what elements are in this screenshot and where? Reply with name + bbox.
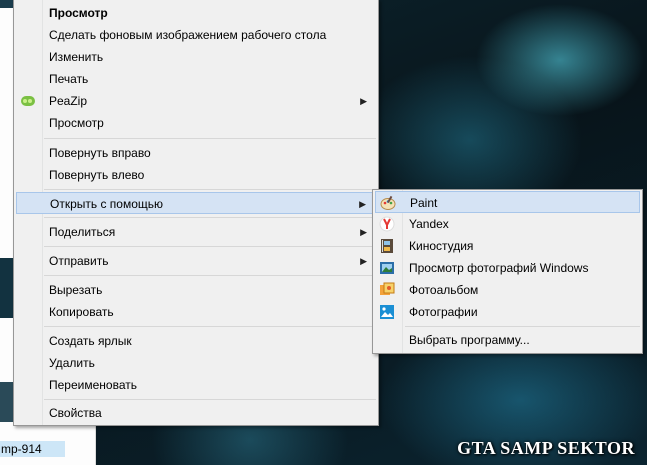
- open-with-photos-app[interactable]: Фотографии: [375, 301, 640, 323]
- submenu-item-label: Фотографии: [409, 305, 478, 319]
- menu-item-label: Изменить: [49, 50, 104, 64]
- menu-separator: [44, 138, 376, 139]
- open-with-submenu: Paint Yandex Киностудия Просмотр фотогра…: [372, 189, 643, 354]
- movie-maker-icon: [379, 238, 395, 254]
- photos-app-icon: [379, 304, 395, 320]
- menu-item-delete[interactable]: Удалить: [16, 352, 376, 374]
- menu-separator: [405, 326, 640, 327]
- photo-viewer-icon: [379, 260, 395, 276]
- submenu-item-label: Выбрать программу...: [409, 333, 530, 347]
- yandex-icon: [379, 216, 395, 232]
- menu-item-set-wallpaper[interactable]: Сделать фоновым изображением рабочего ст…: [16, 24, 376, 46]
- menu-item-peazip[interactable]: PeaZip ▶: [16, 90, 376, 112]
- peazip-icon: [20, 93, 36, 109]
- menu-item-rename[interactable]: Переименовать: [16, 374, 376, 396]
- menu-item-label: Переименовать: [49, 378, 137, 392]
- submenu-arrow-icon: ▶: [360, 227, 367, 237]
- menu-item-edit[interactable]: Изменить: [16, 46, 376, 68]
- menu-item-send-to[interactable]: Отправить ▶: [16, 250, 376, 272]
- menu-item-label: Сделать фоновым изображением рабочего ст…: [49, 28, 327, 42]
- menu-item-open-with[interactable]: Открыть с помощью ▶: [16, 192, 376, 214]
- menu-item-cut[interactable]: Вырезать: [16, 279, 376, 301]
- menu-item-label: Создать ярлык: [49, 334, 132, 348]
- photo-gallery-icon: [379, 282, 395, 298]
- submenu-item-label: Yandex: [409, 217, 449, 231]
- menu-item-copy[interactable]: Копировать: [16, 301, 376, 323]
- menu-separator: [44, 217, 376, 218]
- menu-separator: [44, 326, 376, 327]
- menu-item-label: Свойства: [49, 406, 102, 420]
- menu-item-preview-default[interactable]: Просмотр: [16, 2, 376, 24]
- menu-item-rotate-right[interactable]: Повернуть вправо: [16, 142, 376, 164]
- menu-item-label: Вырезать: [49, 283, 103, 297]
- submenu-arrow-icon: ▶: [359, 199, 366, 209]
- menu-item-label: Открыть с помощью: [50, 197, 164, 211]
- file-thumbnail[interactable]: [0, 382, 14, 422]
- menu-item-label: Повернуть вправо: [49, 146, 151, 160]
- watermark-text: GTA SAMP SEKTOR: [457, 438, 635, 458]
- menu-item-label: Отправить: [49, 254, 109, 268]
- context-menu: Просмотр Сделать фоновым изображением ра…: [13, 0, 379, 426]
- open-with-photo-gallery[interactable]: Фотоальбом: [375, 279, 640, 301]
- submenu-arrow-icon: ▶: [360, 96, 367, 106]
- menu-item-print[interactable]: Печать: [16, 68, 376, 90]
- menu-item-label: Печать: [49, 72, 89, 86]
- menu-separator: [44, 246, 376, 247]
- submenu-item-label: Paint: [410, 196, 438, 210]
- menu-item-preview[interactable]: Просмотр: [16, 112, 376, 134]
- file-thumbnail[interactable]: [0, 0, 14, 8]
- menu-item-label: PeaZip: [49, 94, 88, 108]
- open-with-paint[interactable]: Paint: [375, 191, 640, 213]
- open-with-photo-viewer[interactable]: Просмотр фотографий Windows: [375, 257, 640, 279]
- menu-item-label: Просмотр: [49, 6, 108, 20]
- file-thumbnail[interactable]: [0, 258, 14, 318]
- submenu-arrow-icon: ▶: [360, 256, 367, 266]
- menu-item-label: Поделиться: [49, 225, 116, 239]
- menu-separator: [44, 399, 376, 400]
- menu-item-label: Повернуть влево: [49, 168, 145, 182]
- submenu-item-label: Фотоальбом: [409, 283, 479, 297]
- menu-separator: [44, 189, 376, 190]
- paint-icon: [380, 195, 396, 211]
- menu-item-label: Просмотр: [49, 116, 104, 130]
- menu-item-share[interactable]: Поделиться ▶: [16, 221, 376, 243]
- open-with-yandex[interactable]: Yandex: [375, 213, 640, 235]
- menu-item-create-shortcut[interactable]: Создать ярлык: [16, 330, 376, 352]
- open-with-choose-program[interactable]: Выбрать программу...: [375, 329, 640, 351]
- menu-item-label: Удалить: [49, 356, 95, 370]
- menu-item-properties[interactable]: Свойства: [16, 402, 376, 424]
- submenu-item-label: Просмотр фотографий Windows: [409, 261, 589, 275]
- menu-separator: [44, 275, 376, 276]
- menu-item-label: Копировать: [49, 305, 114, 319]
- submenu-item-label: Киностудия: [409, 239, 474, 253]
- open-with-movie-maker[interactable]: Киностудия: [375, 235, 640, 257]
- menu-item-rotate-left[interactable]: Повернуть влево: [16, 164, 376, 186]
- selected-file-name[interactable]: mp-914: [0, 441, 65, 457]
